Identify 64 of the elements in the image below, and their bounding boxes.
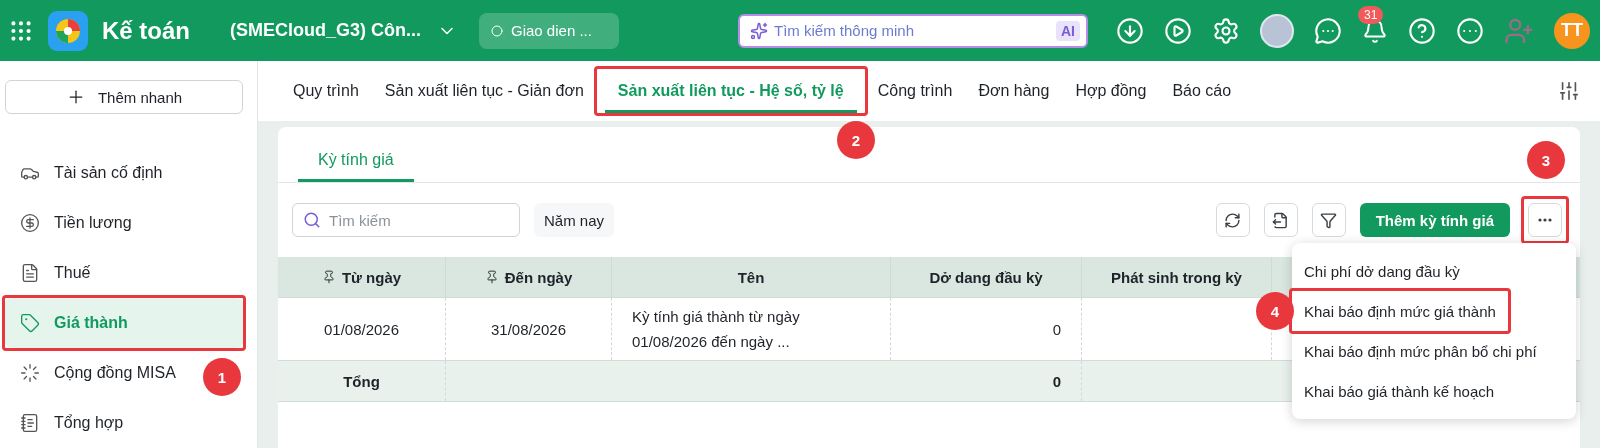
column-header: Tên	[737, 268, 765, 286]
refresh-icon	[1224, 211, 1242, 229]
chat-icon[interactable]	[1314, 16, 1342, 45]
sliders-icon[interactable]	[1558, 80, 1580, 102]
more-icon[interactable]	[1456, 16, 1484, 45]
avatar[interactable]	[1260, 13, 1294, 48]
pin-icon[interactable]	[321, 270, 336, 284]
step-marker: 3	[1527, 141, 1565, 179]
notification-badge: 31	[1358, 5, 1384, 24]
column-header: Dở dang đầu kỳ	[929, 268, 1043, 286]
dollar-icon	[20, 213, 40, 233]
step-marker: 1	[203, 358, 241, 396]
table-cell: Kỳ tính giá thành từ ngày 01/08/2026 đến ngày ...	[612, 298, 891, 360]
table-cell: 0	[891, 298, 1082, 360]
sparkle-icon	[750, 21, 768, 40]
funnel-icon	[1320, 211, 1338, 229]
sidebar-item[interactable]: Thuế	[5, 248, 106, 298]
app-title: Kế toán	[102, 16, 190, 45]
file-export-icon	[1272, 211, 1290, 229]
more-button[interactable]	[1528, 203, 1562, 237]
menu-item[interactable]: Khai báo định mức giá thành	[1296, 294, 1504, 328]
menu-item[interactable]: Khai báo định mức phân bổ chi phí	[1296, 334, 1545, 368]
module-tab[interactable]: Đơn hàng	[965, 69, 1063, 113]
add-period-button[interactable]: Thêm kỳ tính giá	[1359, 203, 1510, 237]
tag-icon	[20, 313, 40, 333]
table-cell: 01/08/2026	[278, 298, 446, 360]
module-tab[interactable]: Sản xuất liên tục - Giản đơn	[371, 69, 597, 113]
column-header: Phát sinh trong kỳ	[1111, 268, 1242, 286]
company-name[interactable]: (SMECloud_G3) Côn...	[230, 20, 421, 41]
module-tab[interactable]: Quy trình	[280, 69, 372, 113]
menu-item[interactable]: Khai báo giá thành kế hoạch	[1296, 374, 1503, 408]
export-button[interactable]	[1263, 203, 1298, 237]
card-tab[interactable]: Kỳ tính giá	[298, 138, 414, 182]
sidebar-item[interactable]: Tổng hợp	[5, 398, 139, 448]
pin-icon[interactable]	[484, 270, 499, 284]
module-tab[interactable]: Công trình	[864, 69, 966, 113]
smart-search-field[interactable]: Tìm kiếm thông minh AI	[738, 13, 1088, 48]
module-tab[interactable]: Báo cáo	[1159, 69, 1245, 113]
notebook-icon	[20, 413, 40, 433]
sidebar-item[interactable]: Cộng đồng MISA	[5, 348, 191, 398]
menu-item[interactable]: Chi phí dở dang đầu kỳ	[1296, 254, 1468, 288]
quick-add-button[interactable]: Thêm nhanh	[5, 80, 243, 114]
settings-icon[interactable]	[1212, 16, 1240, 45]
help-icon[interactable]	[1408, 16, 1436, 45]
document-icon	[20, 263, 40, 283]
module-tab[interactable]: Hợp đồng	[1062, 69, 1160, 113]
table-cell: 31/08/2026	[446, 298, 612, 360]
circle-icon	[491, 24, 503, 37]
filter-button[interactable]	[1311, 203, 1346, 237]
period-filter[interactable]: Năm nay	[534, 203, 615, 237]
total-value: 0	[446, 361, 1082, 401]
module-tab[interactable]: Sản xuất liên tục - Hệ số, tỷ lệ	[604, 69, 857, 113]
download-icon[interactable]	[1116, 16, 1144, 45]
spinner-icon	[20, 363, 40, 383]
column-header: Từ ngày	[341, 268, 402, 286]
refresh-button[interactable]	[1215, 203, 1250, 237]
sidebar-item[interactable]: Tài sản cố định	[5, 148, 178, 198]
ellipsis-icon	[1538, 218, 1552, 222]
play-icon[interactable]	[1164, 16, 1192, 45]
app-logo	[48, 10, 88, 51]
search-icon	[303, 211, 321, 229]
total-label: Tổng	[278, 361, 446, 401]
column-header: Đến ngày	[504, 268, 573, 286]
sidebar-item[interactable]: Tiền lương	[5, 198, 147, 248]
